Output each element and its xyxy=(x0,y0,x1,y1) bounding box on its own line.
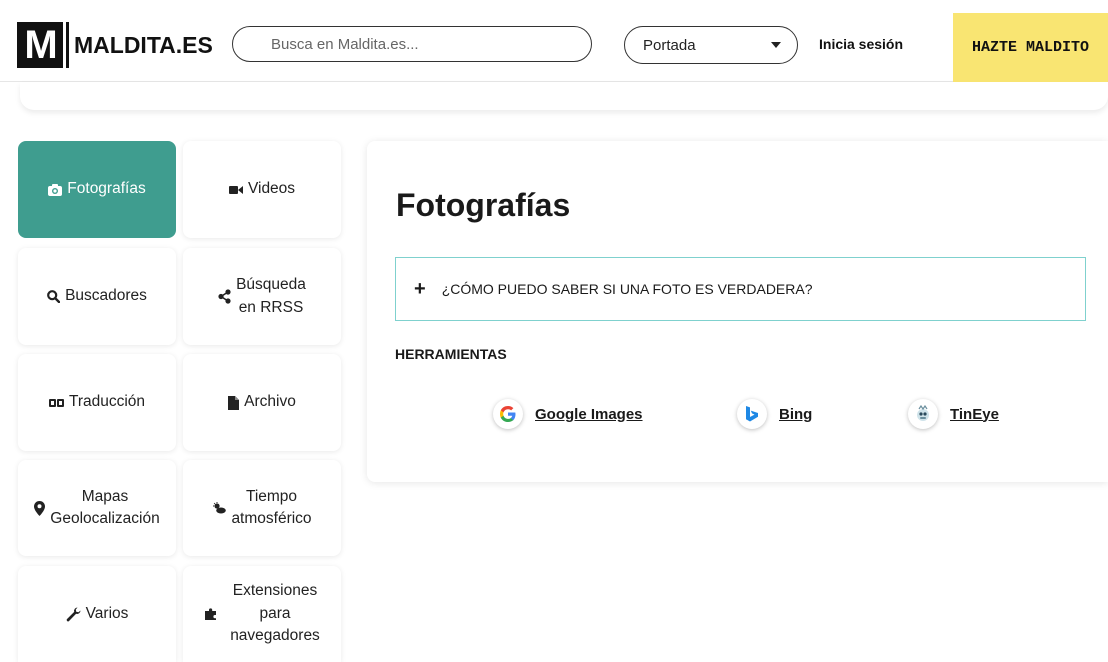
nav-tile-buscadores[interactable]: Buscadores xyxy=(18,248,176,345)
faq-question: ¿CÓMO PUEDO SABER SI UNA FOTO ES VERDADE… xyxy=(441,281,813,297)
nav-tile-label: Fotografías xyxy=(67,180,146,198)
tool-bing[interactable]: Bing xyxy=(737,399,812,429)
nav-tile-videos[interactable]: Videos xyxy=(183,141,341,238)
tool-google-images[interactable]: Google Images xyxy=(493,399,643,429)
nav-tile-busqueda-rrss[interactable]: Búsqueda en RRSS xyxy=(183,248,341,345)
page-title: Fotografías xyxy=(396,187,571,223)
video-camera-icon xyxy=(228,185,243,195)
camera-icon xyxy=(48,183,63,196)
content-panel: Fotografías + ¿CÓMO PUEDO SABER SI UNA F… xyxy=(367,141,1108,482)
logo-text: MALDITA.ES xyxy=(74,31,213,58)
tool-name: TinEye xyxy=(950,405,999,423)
site-logo[interactable]: M MALDITA.ES xyxy=(17,22,213,68)
search-icon xyxy=(47,290,61,303)
nav-tile-label-line1: Tiempo xyxy=(245,487,298,505)
weather-icon xyxy=(212,502,227,514)
nav-tile-label-line2: para xyxy=(259,604,291,622)
expand-icon: + xyxy=(414,278,426,300)
site-header: M MALDITA.ES Portada Inicia sesión HAZTE… xyxy=(0,0,1108,82)
nav-tile-traduccion[interactable]: Traducción xyxy=(18,354,176,451)
join-button[interactable]: HAZTE MALDITO xyxy=(953,13,1108,82)
map-marker-icon xyxy=(34,500,46,516)
nav-tile-label-line1: Extensiones xyxy=(232,582,318,600)
search-input[interactable] xyxy=(232,26,592,62)
chevron-down-icon xyxy=(771,42,781,48)
nav-tile-label: Traducción xyxy=(68,393,146,411)
login-link[interactable]: Inicia sesión xyxy=(819,36,903,52)
header-subbar xyxy=(20,82,1108,110)
tools-heading: HERRAMIENTAS xyxy=(395,346,507,362)
section-select-value: Portada xyxy=(643,36,696,54)
nav-tile-label-line1: Mapas xyxy=(81,487,129,505)
translate-icon xyxy=(48,398,64,408)
file-icon xyxy=(228,395,240,410)
nav-tile-label-line2: en RRSS xyxy=(238,298,304,316)
google-icon xyxy=(493,399,523,429)
puzzle-icon xyxy=(204,607,218,621)
nav-tile-fotografias[interactable]: Fotografías xyxy=(18,141,176,238)
nav-tile-extensiones[interactable]: Extensiones para navegadores xyxy=(183,566,341,662)
tool-tineye[interactable]: TinEye xyxy=(908,399,999,429)
nav-tile-label-line2: atmosférico xyxy=(231,510,312,527)
tineye-icon xyxy=(908,399,938,429)
bing-icon xyxy=(737,399,767,429)
nav-tile-label-line2: Geolocalización xyxy=(50,510,160,527)
nav-tile-mapas[interactable]: Mapas Geolocalización xyxy=(18,460,176,556)
nav-tile-label: Buscadores xyxy=(65,287,147,305)
nav-tile-label: Videos xyxy=(247,180,296,198)
nav-tile-tiempo[interactable]: Tiempo atmosférico xyxy=(183,460,341,556)
logo-mark: M xyxy=(17,22,63,68)
nav-tile-label: Varios xyxy=(85,604,129,622)
nav-tile-varios[interactable]: Varios xyxy=(18,566,176,662)
nav-tile-label-line3: navegadores xyxy=(230,627,320,645)
tool-name: Google Images xyxy=(535,405,643,423)
logo-divider xyxy=(66,22,69,68)
faq-accordion[interactable]: + ¿CÓMO PUEDO SABER SI UNA FOTO ES VERDA… xyxy=(395,257,1086,321)
nav-tile-label: Archivo xyxy=(244,393,296,411)
nav-tile-archivo[interactable]: Archivo xyxy=(183,354,341,451)
nav-tile-label-line1: Búsqueda xyxy=(236,276,306,294)
wrench-icon xyxy=(66,606,81,622)
share-icon xyxy=(218,289,231,304)
tool-name: Bing xyxy=(779,405,813,423)
section-select[interactable]: Portada xyxy=(624,26,798,64)
